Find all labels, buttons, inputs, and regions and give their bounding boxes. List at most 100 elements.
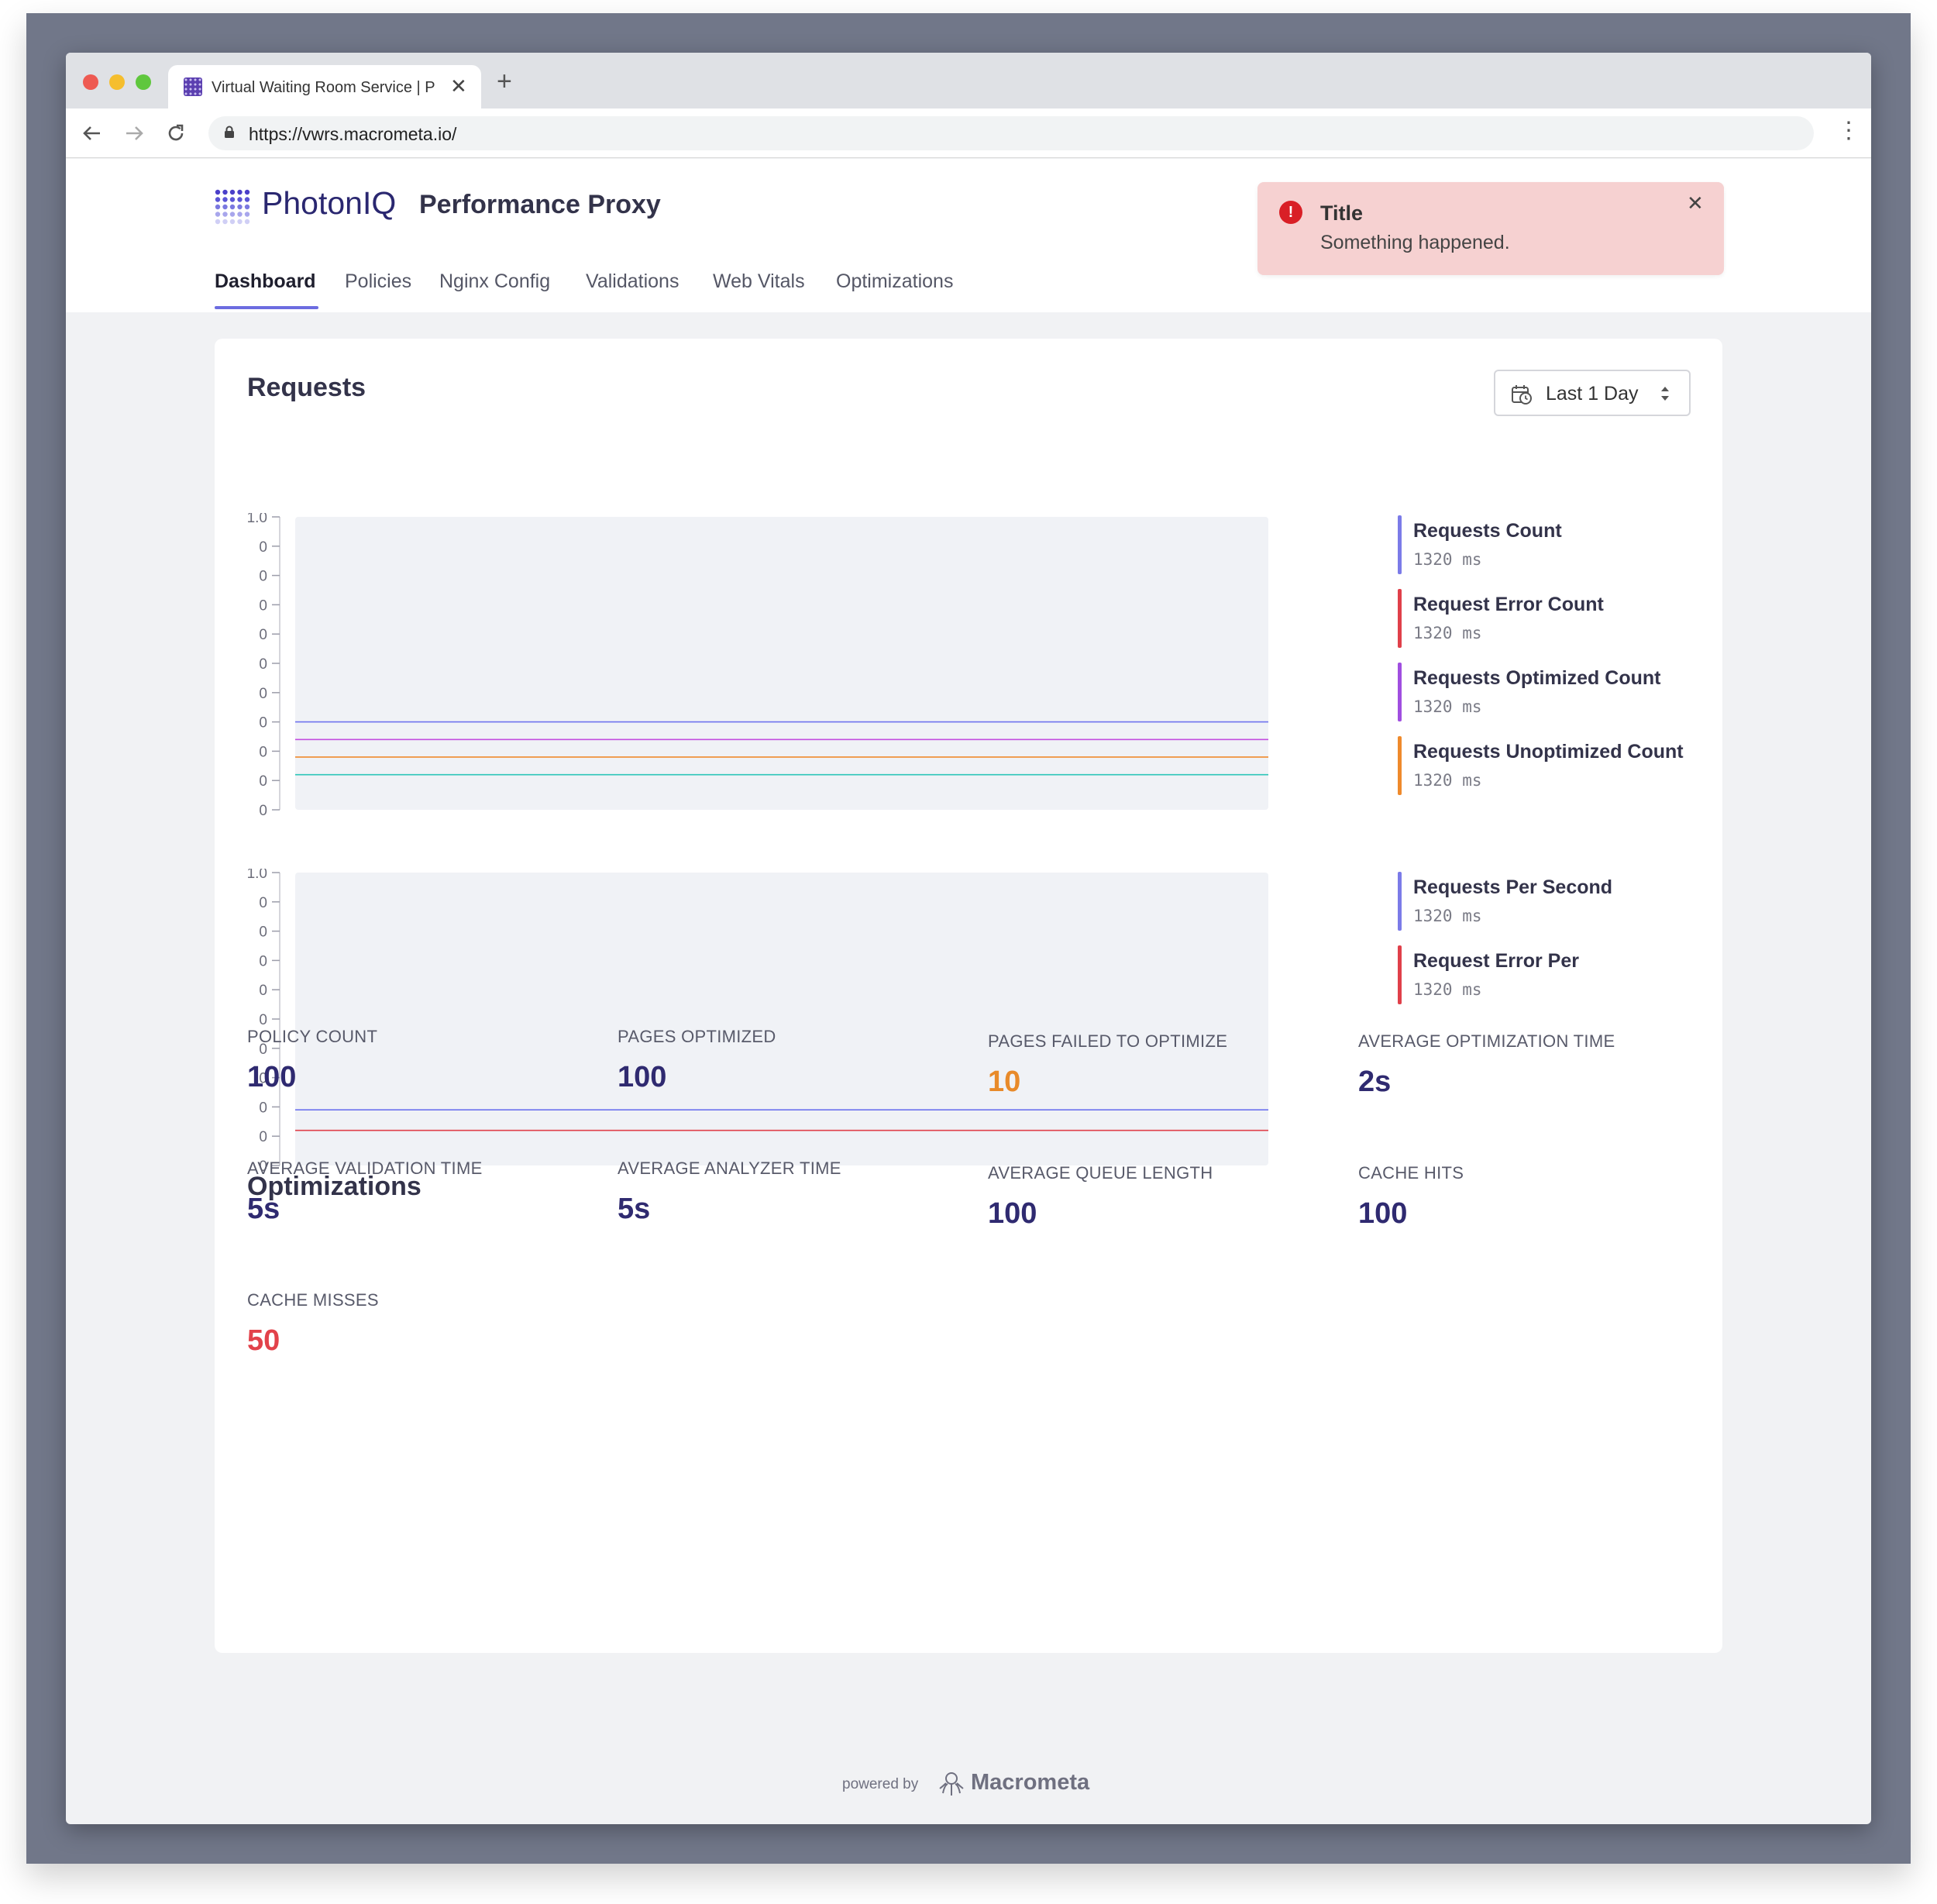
logo-dot bbox=[244, 204, 250, 210]
legend-color-bar bbox=[1398, 945, 1402, 1004]
y-tick-label: 0 bbox=[259, 803, 267, 819]
legend-name: Requests Unoptimized Count bbox=[1413, 741, 1684, 763]
tab-nginx-config[interactable]: Nginx Config bbox=[439, 270, 550, 293]
legend-name: Requests Per Second bbox=[1413, 876, 1613, 898]
metric-label: PAGES OPTIMIZED bbox=[618, 1027, 776, 1046]
new-tab-icon[interactable]: + bbox=[497, 68, 512, 95]
metric-value: 5s bbox=[618, 1193, 651, 1225]
metric-tile: AVERAGE VALIDATION TIME 5s bbox=[247, 1159, 483, 1226]
metric-value: 100 bbox=[618, 1061, 667, 1093]
y-tick-label: 0 bbox=[259, 983, 267, 999]
logo-dot bbox=[222, 204, 228, 210]
browser-menu-icon[interactable]: ⋮ bbox=[1837, 119, 1860, 143]
logo-dot bbox=[229, 189, 236, 195]
legend-item: Requests Unoptimized Count 1320 ms bbox=[1398, 736, 1684, 795]
active-tab-indicator bbox=[215, 306, 318, 309]
legend-name: Requests Count bbox=[1413, 520, 1562, 542]
reload-icon[interactable] bbox=[165, 122, 187, 144]
powered-by-text: powered by bbox=[842, 1776, 919, 1792]
tab-validations[interactable]: Validations bbox=[586, 270, 679, 293]
legend-color-bar bbox=[1398, 872, 1402, 931]
logo-dot bbox=[244, 189, 250, 195]
logo-dot bbox=[229, 212, 236, 217]
y-tick-label: 0 bbox=[259, 1012, 267, 1028]
logo-dot bbox=[237, 212, 243, 217]
legend-item: Request Error Count 1320 ms bbox=[1398, 589, 1684, 648]
address-bar: https://vwrs.macrometa.io/ ⋮ bbox=[66, 108, 1871, 158]
y-tick-label: 0 bbox=[259, 773, 267, 790]
metric-tile: AVERAGE QUEUE LENGTH 100 bbox=[988, 1163, 1213, 1231]
metric-value: 100 bbox=[988, 1197, 1037, 1230]
chevron-up-down-icon bbox=[1661, 387, 1669, 401]
logo-dot bbox=[244, 212, 250, 217]
metric-label: PAGES FAILED TO OPTIMIZE bbox=[988, 1031, 1228, 1051]
legend-item: Requests Optimized Count 1320 ms bbox=[1398, 663, 1684, 721]
tab-web-vitals[interactable]: Web Vitals bbox=[713, 270, 805, 293]
y-tick-label: 0 bbox=[259, 656, 267, 673]
url-field[interactable]: https://vwrs.macrometa.io/ bbox=[208, 116, 1814, 150]
logo-dot bbox=[215, 197, 221, 202]
close-toast-icon[interactable]: ✕ bbox=[1687, 191, 1704, 215]
requests-count-chart: 1.0 0 0 0 0 0 0 0 0 0 0 bbox=[247, 513, 1268, 819]
requests-rate-chart: 1.00000000000 bbox=[247, 869, 1268, 1175]
logo-dot bbox=[215, 212, 221, 217]
legend-value: 1320 ms bbox=[1413, 771, 1482, 790]
toast-title: Title bbox=[1320, 201, 1364, 225]
metric-label: AVERAGE QUEUE LENGTH bbox=[988, 1163, 1213, 1183]
plot-area bbox=[295, 873, 1268, 1165]
y-tick-label: 0 bbox=[259, 924, 267, 941]
y-tick-label: 0 bbox=[259, 715, 267, 732]
metric-value: 10 bbox=[988, 1066, 1021, 1098]
metric-value: 5s bbox=[247, 1193, 280, 1225]
logo-dot bbox=[222, 219, 228, 225]
legend-color-bar bbox=[1398, 515, 1402, 574]
requests-section-title: Requests bbox=[247, 373, 366, 402]
metric-label: CACHE MISSES bbox=[247, 1290, 379, 1310]
close-window-icon[interactable] bbox=[83, 74, 98, 90]
legend-item: Requests Per Second 1320 ms bbox=[1398, 872, 1612, 931]
tab-optimizations[interactable]: Optimizations bbox=[836, 270, 953, 293]
maximize-window-icon[interactable] bbox=[136, 74, 151, 90]
y-tick-label: 0 bbox=[259, 1129, 267, 1145]
favicon-icon bbox=[184, 77, 202, 96]
back-arrow-icon[interactable] bbox=[81, 122, 103, 144]
browser-window: Virtual Waiting Room Service | PhotonIQ … bbox=[66, 53, 1871, 1824]
photoniq-logo-icon bbox=[215, 189, 250, 225]
y-tick-label: 1.0 bbox=[247, 869, 267, 882]
logo-dot bbox=[222, 212, 228, 217]
minimize-window-icon[interactable] bbox=[109, 74, 125, 90]
error-toast: ! Title Something happened. ✕ bbox=[1258, 182, 1724, 275]
time-range-select[interactable]: Last 1 Day bbox=[1494, 370, 1691, 416]
plot-area bbox=[295, 517, 1268, 810]
legend-value: 1320 ms bbox=[1413, 980, 1482, 999]
close-tab-icon[interactable]: ✕ bbox=[450, 74, 467, 98]
macrometa-brand-text[interactable]: Macrometa bbox=[971, 1770, 1089, 1796]
toast-message: Something happened. bbox=[1320, 232, 1510, 253]
y-tick-label: 1.0 bbox=[247, 513, 267, 526]
y-tick-label: 0 bbox=[259, 953, 267, 969]
metric-label: CACHE HITS bbox=[1358, 1163, 1464, 1183]
requests-count-legend: Requests Count 1320 ms Request Error Count… bbox=[1398, 515, 1684, 810]
logo-dot bbox=[244, 197, 250, 202]
logo-dot bbox=[229, 204, 236, 210]
metric-tile: CACHE MISSES 50 bbox=[247, 1290, 379, 1358]
error-icon: ! bbox=[1279, 201, 1302, 224]
dashboard-card: Requests Last 1 Day 1.0 0 0 0 0 0 0 0 0 0 0 Reques… bbox=[215, 339, 1722, 1653]
metric-value: 100 bbox=[1358, 1197, 1408, 1230]
legend-value: 1320 ms bbox=[1413, 624, 1482, 642]
legend-value: 1320 ms bbox=[1413, 697, 1482, 716]
forward-arrow-icon[interactable] bbox=[123, 122, 145, 144]
metric-tile: POLICY COUNT 100 bbox=[247, 1027, 377, 1094]
legend-color-bar bbox=[1398, 663, 1402, 721]
y-tick-label: 0 bbox=[259, 686, 267, 702]
tab-policies[interactable]: Policies bbox=[345, 270, 411, 293]
tab-title: Virtual Waiting Room Service | PhotonIQ bbox=[212, 79, 436, 96]
browser-tab[interactable]: Virtual Waiting Room Service | PhotonIQ … bbox=[168, 65, 481, 108]
y-tick-label: 0 bbox=[259, 569, 267, 585]
logo-dot bbox=[215, 204, 221, 210]
legend-item: Requests Count 1320 ms bbox=[1398, 515, 1684, 574]
legend-value: 1320 ms bbox=[1413, 907, 1482, 925]
tab-dashboard[interactable]: Dashboard bbox=[215, 270, 316, 293]
legend-value: 1320 ms bbox=[1413, 550, 1482, 569]
logo-dot bbox=[215, 219, 221, 225]
